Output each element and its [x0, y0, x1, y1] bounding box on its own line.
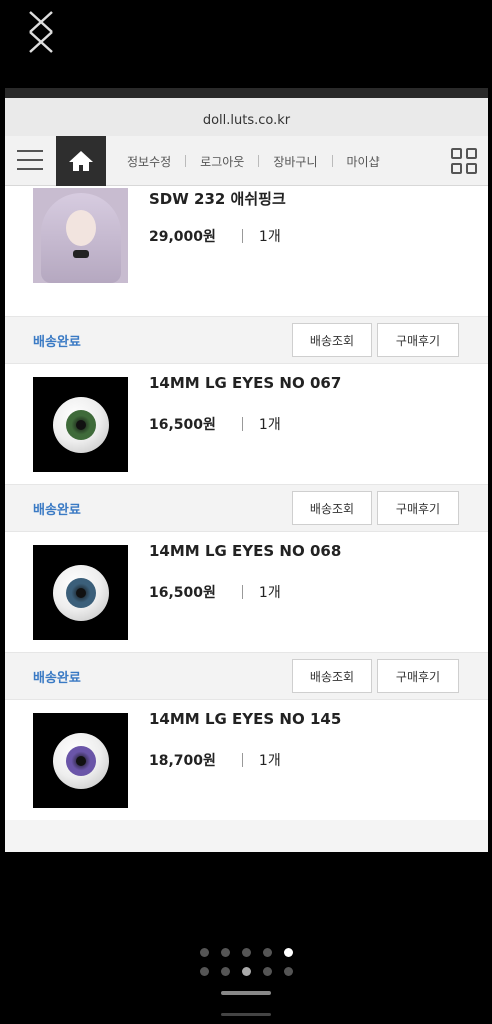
item-name[interactable]: 14MM LG EYES NO 145 [149, 710, 341, 728]
nav-link-edit-info[interactable]: 정보수정 [113, 153, 185, 170]
price-row: 18,700원 1개 [149, 750, 281, 770]
order-status-bar: 배송완료 배송조회 구매후기 [5, 484, 488, 532]
track-delivery-button[interactable]: 배송조회 [292, 659, 372, 693]
order-status-bar: 배송완료 배송조회 구매후기 [5, 652, 488, 700]
hamburger-icon[interactable] [17, 150, 43, 170]
close-icon[interactable] [26, 10, 56, 54]
eye-image[interactable] [33, 713, 128, 808]
eye-image[interactable] [33, 545, 128, 640]
order-item[interactable]: 14MM LG EYES NO 067 16,500원 1개 [5, 364, 488, 484]
price-row: 29,000원 1개 [149, 226, 281, 246]
item-qty: 1개 [258, 229, 281, 245]
grid-menu-icon[interactable] [451, 148, 477, 174]
order-status-bar: 배송완료 배송조회 구매후기 [5, 316, 488, 364]
site-nav: 정보수정 로그아웃 장바구니 마이샵 [5, 136, 488, 186]
home-icon [69, 151, 93, 171]
order-item[interactable]: 14MM LG EYES NO 145 18,700원 1개 [5, 700, 488, 820]
home-indicator [221, 1013, 271, 1016]
item-name[interactable]: 14MM LG EYES NO 067 [149, 374, 341, 392]
nav-link-logout[interactable]: 로그아웃 [186, 153, 258, 170]
item-name[interactable]: SDW 232 애쉬핑크 [149, 188, 286, 209]
order-item[interactable]: 14MM LG EYES NO 068 16,500원 1개 [5, 532, 488, 652]
price-row: 16,500원 1개 [149, 414, 281, 434]
item-name[interactable]: 14MM LG EYES NO 068 [149, 542, 341, 560]
item-price: 18,700원 [149, 753, 216, 769]
scrubber-bar[interactable] [221, 991, 271, 995]
item-price: 16,500원 [149, 585, 216, 601]
track-delivery-button[interactable]: 배송조회 [292, 323, 372, 357]
status-badge: 배송완료 [33, 503, 81, 518]
item-price: 29,000원 [149, 229, 216, 245]
track-delivery-button[interactable]: 배송조회 [292, 491, 372, 525]
eye-image[interactable] [33, 377, 128, 472]
item-qty: 1개 [258, 753, 281, 769]
item-qty: 1개 [258, 417, 281, 433]
order-list: SDW 232 애쉬핑크 29,000원 1개 배송완료 배송조회 구매후기 1… [5, 186, 488, 852]
order-item[interactable]: SDW 232 애쉬핑크 29,000원 1개 [5, 186, 488, 316]
write-review-button[interactable]: 구매후기 [377, 659, 459, 693]
item-price: 16,500원 [149, 417, 216, 433]
write-review-button[interactable]: 구매후기 [377, 323, 459, 357]
status-badge: 배송완료 [33, 671, 81, 686]
nav-links: 정보수정 로그아웃 장바구니 마이샵 [113, 136, 394, 186]
status-badge: 배송완료 [33, 335, 81, 350]
write-review-button[interactable]: 구매후기 [377, 491, 459, 525]
status-strip [5, 88, 488, 98]
nav-link-cart[interactable]: 장바구니 [259, 153, 331, 170]
doll-image[interactable] [33, 188, 128, 283]
url-text: doll.luts.co.kr [202, 112, 291, 128]
price-row: 16,500원 1개 [149, 582, 281, 602]
phone-screen: doll.luts.co.kr 정보수정 로그아웃 장바구니 마이샵 SDW 2… [5, 88, 488, 852]
nav-link-myshop[interactable]: 마이샵 [333, 153, 394, 170]
page-indicator [0, 948, 492, 986]
item-qty: 1개 [258, 585, 281, 601]
home-button[interactable] [56, 136, 106, 186]
